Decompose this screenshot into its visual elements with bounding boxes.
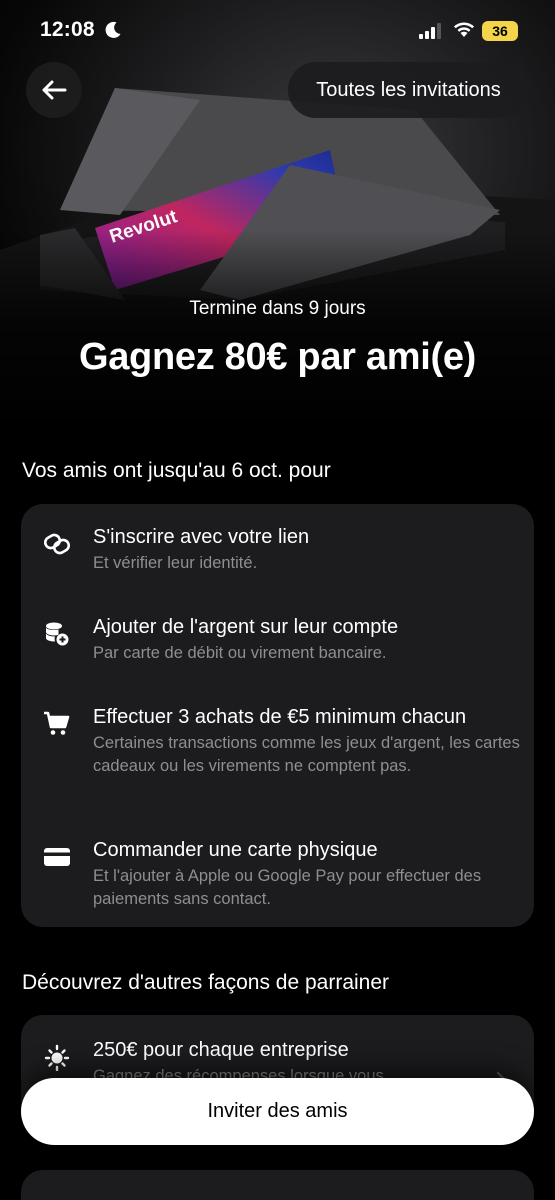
step-subtitle: Et l'ajouter à Apple ou Google Pay pour …	[93, 867, 482, 908]
add-money-icon	[46, 622, 69, 646]
step-subtitle: Certaines transactions comme les jeux d'…	[93, 734, 520, 775]
steps-card: S'inscrire avec votre lien Et vérifier l…	[21, 504, 534, 927]
next-referral-card[interactable]	[21, 1170, 534, 1200]
step-title: S'inscrire avec votre lien	[93, 526, 310, 548]
card-icon	[44, 848, 70, 866]
do-not-disturb-moon-icon	[105, 21, 121, 38]
step-title: Ajouter de l'argent sur leur compte	[93, 616, 399, 638]
link-icon	[43, 533, 71, 555]
status-bar: 12:08 36	[0, 0, 555, 62]
step-subtitle: Et vérifier leur identité.	[93, 554, 258, 572]
invite-friends-button[interactable]: Inviter des amis	[21, 1078, 534, 1145]
sparkle-icon	[44, 1044, 70, 1071]
countdown-text: Termine dans 9 jours	[189, 298, 366, 319]
arrow-left-icon	[42, 80, 67, 100]
hero-fade	[0, 230, 555, 430]
wifi-icon	[454, 22, 474, 37]
steps-section-title: Vos amis ont jusqu'au 6 oct. pour	[22, 459, 331, 482]
step-title: Commander une carte physique	[93, 839, 378, 861]
status-time: 12:08	[40, 18, 95, 41]
item-title: 250€ pour chaque entreprise	[93, 1039, 349, 1061]
page-headline: Gagnez 80€ par ami(e)	[78, 336, 477, 378]
all-invitations-button[interactable]: Toutes les invitations	[288, 62, 529, 118]
step-title: Effectuer 3 achats de €5 minimum chacun	[93, 706, 467, 728]
cart-icon	[44, 711, 70, 735]
back-button[interactable]	[26, 62, 82, 118]
battery-level: 36	[482, 21, 518, 41]
step-subtitle: Par carte de débit ou virement bancaire.	[93, 644, 387, 662]
other-ways-section-title: Découvrez d'autres façons de parrainer	[22, 971, 390, 994]
cellular-signal-icon	[419, 23, 441, 39]
